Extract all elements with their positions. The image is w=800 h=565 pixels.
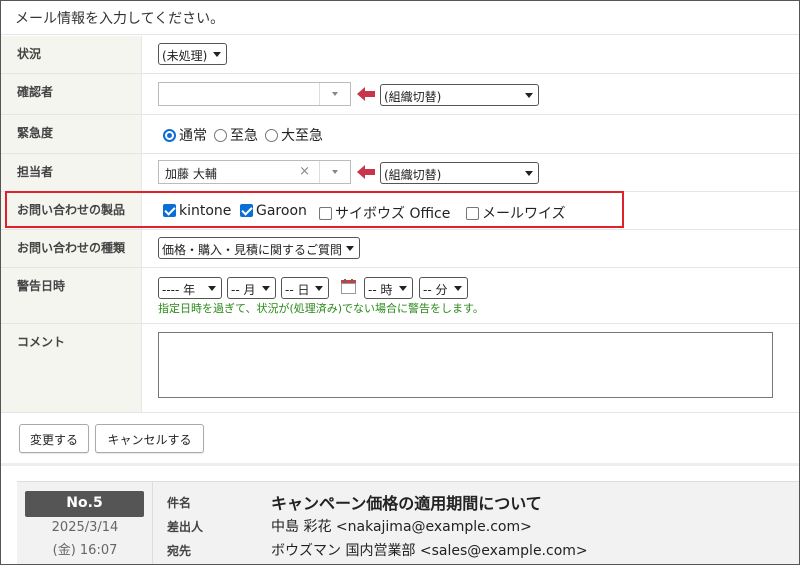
subject-label: 件名 [167,496,192,510]
row-assignee: 担当者 加藤 大輔 × (組織切替) [1,154,799,192]
alert-day-select[interactable]: -- 日 [281,277,329,299]
clear-icon[interactable]: × [299,164,310,179]
cancel-button[interactable]: キャンセルする [95,424,204,453]
urgency-option-label: 通常 [179,128,207,144]
alert-year-select[interactable]: ---- 年 [158,277,222,299]
assignee-value-cell: 加藤 大輔 × (組織切替) [142,154,799,191]
calendar-icon[interactable] [341,279,356,294]
alert-minute-select[interactable]: -- 分 [419,277,468,299]
confirmer-label-cell: 確認者 [1,74,142,114]
divider [1,463,799,466]
mail-meta: No.5 2025/3/14 (金) 16:07 [17,482,153,564]
assignee-input[interactable]: 加藤 大輔 [165,165,217,182]
inquiry-type-value-cell: 価格・購入・見積に関するご質問 [142,230,799,267]
assignee-combo[interactable]: 加藤 大輔 × [158,160,351,184]
mail-to: ボウズマン 国内営業部 <sales@example.com> [271,543,588,559]
save-button[interactable]: 変更する [19,424,89,453]
confirmer-combo[interactable] [158,82,351,106]
urgency-label-cell: 緊急度 [1,115,142,153]
row-urgency: 緊急度 通常 至急 大至急 [1,115,799,154]
confirmer-value-cell: (組織切替) [142,74,799,114]
confirmer-dropdown-icon[interactable] [319,83,350,105]
status-label-cell: 状況 [1,36,142,73]
radio-icon[interactable] [214,129,227,142]
mail-from: 中島 彩花 <nakajima@example.com> [271,519,532,535]
alert-note: 指定日時を過ぎて、状況が(処理済み)でない場合に警告をします。 [158,302,484,315]
arrow-left-icon [357,87,375,101]
comment-value-cell [142,324,799,412]
confirmer-label: 確認者 [17,85,54,99]
radio-icon[interactable] [265,129,278,142]
mail-edit-window: メール情報を入力してください。 状況 (未処理) 確認者 (組織切替) 緊急度 … [0,0,800,565]
inquiry-type-label: お問い合わせの種類 [17,241,126,255]
status-value-cell: (未処理) [142,36,799,73]
radio-selected-icon[interactable] [163,129,176,142]
alert-hour-select[interactable]: -- 時 [364,277,413,299]
assignee-org-select[interactable]: (組織切替) [380,162,539,184]
urgency-radio-urgent[interactable]: 至急 [214,125,258,145]
arrow-left-icon [357,165,375,179]
alert-month-select[interactable]: -- 月 [227,277,276,299]
inquiry-type-select[interactable]: 価格・購入・見積に関するご質問 [158,237,360,259]
products-highlight-box [5,191,624,228]
assignee-label: 担当者 [17,165,54,179]
urgency-radio-critical[interactable]: 大至急 [265,125,323,145]
mail-time: (金) 16:07 [52,543,118,558]
urgency-value-cell: 通常 至急 大至急 [142,115,799,153]
inquiry-type-label-cell: お問い合わせの種類 [1,230,142,267]
status-select[interactable]: (未処理) [158,43,227,65]
status-label: 状況 [17,47,42,61]
urgency-radio-normal[interactable]: 通常 [163,125,207,145]
alert-label-cell: 警告日時 [1,268,142,323]
comment-label-cell: コメント [1,324,142,412]
from-label: 差出人 [167,520,204,534]
row-confirmer: 確認者 (組織切替) [1,74,799,115]
urgency-label: 緊急度 [17,126,54,140]
comment-textarea[interactable] [158,332,773,398]
mail-header: No.5 2025/3/14 (金) 16:07 件名 キャンペーン価格の適用期… [17,481,799,564]
to-label: 宛先 [167,544,192,558]
row-alert-datetime: 警告日時 ---- 年 -- 月 -- 日 -- 時 -- 分 指定日時を過ぎて… [1,268,799,324]
row-comment: コメント [1,324,799,413]
alert-value-cell: ---- 年 -- 月 -- 日 -- 時 -- 分 指定日時を過ぎて、状況が(… [142,268,799,323]
mail-number-badge: No.5 [25,491,144,517]
alert-label: 警告日時 [17,279,66,293]
comment-label: コメント [17,335,66,349]
urgency-option-label: 大至急 [281,128,323,144]
assignee-dropdown-icon[interactable] [319,161,350,183]
assignee-label-cell: 担当者 [1,154,142,191]
row-inquiry-type: お問い合わせの種類 価格・購入・見積に関するご質問 [1,230,799,268]
confirmer-org-select[interactable]: (組織切替) [380,84,539,106]
mail-date: 2025/3/14 [51,520,119,535]
urgency-option-label: 至急 [230,128,258,144]
row-status: 状況 (未処理) [1,36,799,74]
intro-text: メール情報を入力してください。 [15,11,225,27]
intro-banner: メール情報を入力してください。 [1,1,799,35]
mail-subject: キャンペーン価格の適用期間について [271,494,542,513]
